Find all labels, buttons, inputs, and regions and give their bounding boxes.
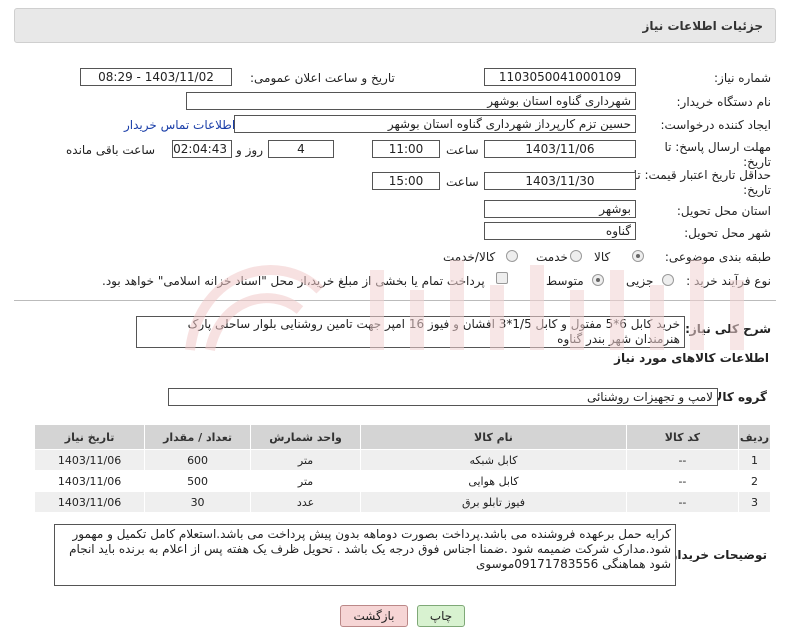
validity-time-field[interactable]: 15:00 (372, 172, 440, 190)
validity-time-label: ساعت (446, 175, 479, 189)
remaining-time-label: ساعت باقی مانده (66, 143, 156, 157)
requester-label: ایجاد کننده درخواست: (660, 118, 771, 132)
category-service-radio[interactable] (570, 250, 582, 262)
item-quantity: 600 (144, 449, 251, 471)
process-medium-radio[interactable] (592, 274, 604, 286)
page-title: جزئیات اطلاعات نیاز (642, 19, 763, 33)
days-label: روز و (236, 143, 263, 157)
item-code: -- (625, 470, 740, 492)
col-need-date: تاریخ نیاز (33, 424, 146, 450)
category-goods-label: کالا (594, 250, 611, 264)
process-type-label: نوع فرآیند خرید : (686, 274, 771, 288)
item-need-date: 1403/11/06 (33, 470, 146, 492)
days-field[interactable]: 4 (268, 140, 334, 158)
city-label: شهر محل تحویل: (684, 226, 771, 240)
item-name: کابل هوایی (360, 470, 627, 492)
col-quantity: تعداد / مقدار (144, 424, 251, 450)
item-quantity: 30 (144, 491, 251, 513)
row-number: 2 (738, 470, 771, 492)
goods-section-title: اطلاعات کالاهای مورد نیاز (614, 351, 769, 365)
deadline-time-field[interactable]: 11:00 (372, 140, 440, 158)
item-unit: متر (249, 449, 362, 471)
col-unit: واحد شمارش (249, 424, 362, 450)
process-minor-radio[interactable] (662, 274, 674, 286)
item-name: کابل شبکه (360, 449, 627, 471)
buyer-notes-textarea[interactable]: کرایه حمل برعهده فروشنده می باشد.پرداخت … (54, 524, 676, 586)
treasury-payment-text: پرداخت تمام یا بخشی از مبلغ خرید،از محل … (102, 274, 485, 288)
buyer-contact-link[interactable]: اطلاعات تماس خریدار (124, 118, 235, 132)
treasury-payment-checkbox[interactable] (496, 272, 508, 284)
city-field[interactable]: گناوه (484, 222, 636, 240)
announce-date-field[interactable]: 1403/11/02 - 08:29 (80, 68, 232, 86)
item-need-date: 1403/11/06 (33, 449, 146, 471)
page-header: جزئیات اطلاعات نیاز (14, 8, 776, 43)
row-number: 1 (738, 449, 771, 471)
category-label: طبقه بندی موضوعی: (664, 250, 771, 264)
province-label: استان محل تحویل: (676, 204, 771, 218)
table-row[interactable]: 2 -- کابل هوایی متر 500 1403/11/06 (33, 470, 771, 492)
need-number-field[interactable]: 1103050041000109 (484, 68, 636, 86)
item-code: -- (625, 449, 740, 471)
category-service-label: خدمت (536, 250, 568, 264)
back-button[interactable]: بازگشت (340, 605, 408, 627)
category-goods-radio[interactable] (632, 250, 644, 262)
requester-field[interactable]: حسین تزم کارپرداز شهرداری گناوه استان بو… (234, 115, 636, 133)
buyer-notes-label: توضیحات خریدار: (665, 548, 767, 562)
col-row-number: ردیف (738, 424, 771, 450)
remaining-time-field[interactable]: 02:04:43 (172, 140, 232, 158)
province-field[interactable]: بوشهر (484, 200, 636, 218)
process-minor-label: جزیی (626, 274, 654, 288)
section-divider (14, 300, 776, 301)
table-row[interactable]: 3 -- فیوز تابلو برق عدد 30 1403/11/06 (33, 491, 771, 513)
item-unit: عدد (249, 491, 362, 513)
category-goods-service-radio[interactable] (506, 250, 518, 262)
buyer-org-label: نام دستگاه خریدار: (676, 95, 772, 109)
goods-table: ردیف کد کالا نام کالا واحد شمارش تعداد /… (33, 424, 771, 513)
row-number: 3 (738, 491, 771, 513)
col-item-name: نام کالا (360, 424, 627, 450)
item-code: -- (625, 491, 740, 513)
deadline-date-field[interactable]: 1403/11/06 (484, 140, 636, 158)
summary-textarea[interactable]: خرید کابل 6*5 مفتول و کابل 1/5*3 افشان و… (136, 316, 685, 348)
category-goods-service-label: کالا/خدمت (443, 250, 496, 264)
deadline-time-label: ساعت (446, 143, 479, 157)
buyer-org-field[interactable]: شهرداری گناوه استان بوشهر (186, 92, 636, 110)
item-quantity: 500 (144, 470, 251, 492)
item-need-date: 1403/11/06 (33, 491, 146, 513)
announce-date-label: تاریخ و ساعت اعلان عمومی: (250, 71, 395, 85)
price-validity-label: حداقل تاریخ اعتبار قیمت: تا تاریخ: (633, 168, 771, 197)
validity-date-field[interactable]: 1403/11/30 (484, 172, 636, 190)
goods-group-field[interactable]: لامپ و تجهیزات روشنائی (168, 388, 718, 406)
item-unit: متر (249, 470, 362, 492)
print-button[interactable]: چاپ (417, 605, 465, 627)
need-number-label: شماره نیاز: (714, 71, 771, 85)
table-header-row: ردیف کد کالا نام کالا واحد شمارش تعداد /… (33, 424, 771, 450)
process-medium-label: متوسط (546, 274, 584, 288)
item-name: فیوز تابلو برق (360, 491, 627, 513)
col-item-code: کد کالا (625, 424, 740, 450)
table-row[interactable]: 1 -- کابل شبکه متر 600 1403/11/06 (33, 449, 771, 471)
deadline-label: مهلت ارسال پاسخ: تا تاریخ: (664, 140, 771, 169)
summary-label: شرح کلی نیاز: (685, 322, 771, 336)
